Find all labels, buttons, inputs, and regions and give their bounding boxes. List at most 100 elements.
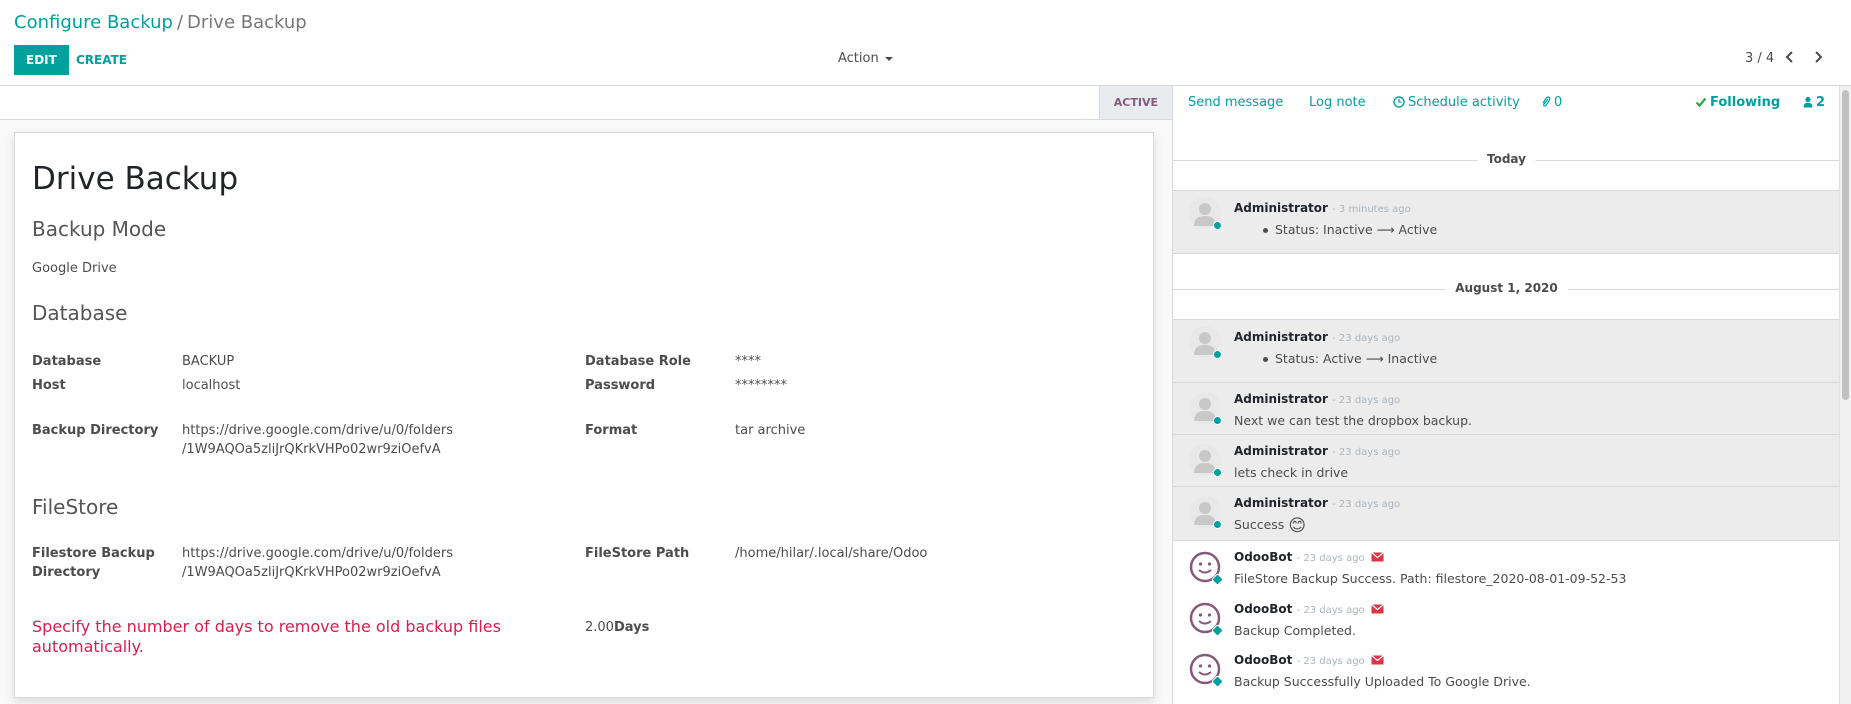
edit-button[interactable]: EDIT	[14, 45, 69, 75]
host-label: Host	[32, 378, 66, 393]
message-author[interactable]: Administrator - 23 days ago	[1234, 330, 1400, 344]
backup-mode-value: Google Drive	[32, 261, 117, 276]
create-button[interactable]: CREATE	[64, 45, 139, 75]
paperclip-icon	[1542, 96, 1551, 107]
message-body: Next we can test the dropbox backup.	[1234, 413, 1472, 428]
backup-directory-label: Backup Directory	[32, 423, 159, 438]
chevron-right-icon	[1815, 51, 1823, 63]
filestore-path-label: FileStore Path	[585, 546, 690, 561]
format-label: Format	[585, 423, 638, 438]
message-date: - 23 days ago	[1332, 395, 1401, 406]
avatar[interactable]	[1189, 444, 1222, 477]
tracking-value: Status: Inactive ⟶ Active	[1263, 222, 1437, 237]
message-item: OdooBot - 23 days ago FileStore Backup S…	[1173, 541, 1839, 593]
online-status-icon	[1213, 416, 1222, 425]
avatar[interactable]	[1189, 496, 1222, 529]
avatar[interactable]	[1189, 653, 1224, 688]
remove-days-field: 2.00Days	[585, 618, 649, 637]
log-note-button[interactable]: Log note	[1309, 95, 1366, 110]
password-label: Password	[585, 378, 656, 393]
filestore-directory-label: Filestore Backup Directory	[32, 546, 155, 580]
avatar[interactable]	[1189, 392, 1222, 425]
check-icon	[1695, 97, 1707, 108]
database-role-label: Database Role	[585, 354, 691, 369]
message-date: - 23 days ago	[1296, 605, 1365, 616]
format-value: tar archive	[735, 423, 806, 438]
envelope-icon	[1370, 604, 1384, 614]
message-author[interactable]: OdooBot - 23 days ago	[1234, 550, 1384, 564]
message-author[interactable]: OdooBot - 23 days ago	[1234, 602, 1384, 616]
pager-value[interactable]: 3 / 4	[1745, 51, 1774, 66]
attachments-button[interactable]: 0	[1541, 95, 1562, 110]
bullet-icon	[1263, 228, 1268, 233]
message-author[interactable]: Administrator - 3 minutes ago	[1234, 201, 1411, 215]
message-item: Administrator - 23 days ago Status: Acti…	[1173, 319, 1839, 383]
scrollbar-thumb[interactable]	[1842, 90, 1849, 400]
message-author[interactable]: Administrator - 23 days ago	[1234, 444, 1400, 458]
envelope-icon	[1370, 552, 1384, 562]
message-body: lets check in drive	[1234, 465, 1349, 480]
following-button[interactable]: Following	[1695, 95, 1780, 110]
pager-next-button[interactable]	[1811, 48, 1829, 68]
pager-previous-button[interactable]	[1783, 48, 1801, 68]
message-author[interactable]: OdooBot - 23 days ago	[1234, 653, 1384, 667]
chatter: Send message Log note Schedule activity …	[1172, 86, 1839, 704]
breadcrumb-separator: /	[176, 12, 184, 33]
host-value: localhost	[182, 378, 241, 393]
filestore-path-value: /home/hilar/.local/share/Odoo	[735, 546, 928, 561]
online-status-icon	[1213, 520, 1222, 529]
message-date: - 23 days ago	[1296, 553, 1365, 564]
date-separator-august: August 1, 2020	[1173, 279, 1839, 299]
date-separator-today: Today	[1173, 150, 1839, 170]
message-item: OdooBot - 23 days ago Backup Completed.	[1173, 593, 1839, 645]
smile-emoji-icon: 😊	[1288, 516, 1307, 536]
schedule-activity-label: Schedule activity	[1408, 95, 1520, 110]
remove-days-unit: Days	[613, 620, 650, 635]
database-value: BACKUP	[182, 354, 235, 369]
filestore-directory-value: https://drive.google.com/drive/u/0/folde…	[182, 546, 453, 580]
status-active-badge[interactable]: ACTIVE	[1098, 86, 1172, 119]
filestore-heading: FileStore	[32, 495, 119, 519]
avatar[interactable]	[1189, 551, 1224, 586]
avatar[interactable]	[1189, 326, 1222, 359]
online-status-icon	[1213, 350, 1222, 359]
message-date: - 23 days ago	[1296, 656, 1365, 667]
avatar[interactable]	[1189, 197, 1222, 230]
chatter-scrollbar[interactable]	[1839, 86, 1851, 704]
message-body: Success 😊	[1234, 516, 1307, 536]
tracking-value: Status: Active ⟶ Inactive	[1263, 351, 1437, 366]
user-icon	[1803, 96, 1813, 108]
message-date: - 23 days ago	[1332, 499, 1401, 510]
attachments-count: 0	[1554, 95, 1563, 110]
message-body: Backup Completed.	[1234, 623, 1356, 638]
caret-down-icon	[884, 56, 893, 61]
avatar[interactable]	[1189, 602, 1224, 637]
breadcrumb-parent-link[interactable]: Configure Backup	[14, 12, 173, 33]
breadcrumb: Configure Backup / Drive Backup	[14, 12, 307, 33]
message-item: OdooBot - 23 days ago Backup Successfull…	[1173, 644, 1839, 696]
control-panel: Configure Backup / Drive Backup EDIT CREAT…	[0, 0, 1851, 86]
message-author[interactable]: Administrator - 23 days ago	[1234, 496, 1400, 510]
action-dropdown[interactable]: Action	[838, 51, 893, 66]
password-value: ********	[735, 378, 787, 393]
online-status-icon	[1213, 468, 1222, 477]
message-item: Administrator - 23 days ago lets check i…	[1173, 435, 1839, 487]
database-role-value: ****	[735, 354, 761, 369]
message-body: FileStore Backup Success. Path: filestor…	[1234, 571, 1627, 586]
message-date: - 23 days ago	[1332, 447, 1401, 458]
breadcrumb-current: Drive Backup	[187, 12, 307, 33]
message-date: - 23 days ago	[1332, 333, 1401, 344]
envelope-icon	[1370, 655, 1384, 665]
message-author[interactable]: Administrator - 23 days ago	[1234, 392, 1400, 406]
record-title: Drive Backup	[32, 161, 239, 197]
remove-days-label: Specify the number of days to remove the…	[32, 617, 501, 656]
message-item: Administrator - 3 minutes ago Status: In…	[1173, 190, 1839, 254]
action-label: Action	[838, 51, 879, 66]
online-status-icon	[1213, 221, 1222, 230]
schedule-activity-button[interactable]: Schedule activity	[1393, 95, 1520, 110]
form-sheet: Drive Backup Backup Mode Google Drive Da…	[14, 132, 1154, 698]
followers-button[interactable]: 2	[1803, 95, 1825, 110]
backup-directory-value: https://drive.google.com/drive/u/0/folde…	[182, 423, 453, 457]
send-message-button[interactable]: Send message	[1188, 95, 1283, 110]
database-heading: Database	[32, 301, 128, 325]
